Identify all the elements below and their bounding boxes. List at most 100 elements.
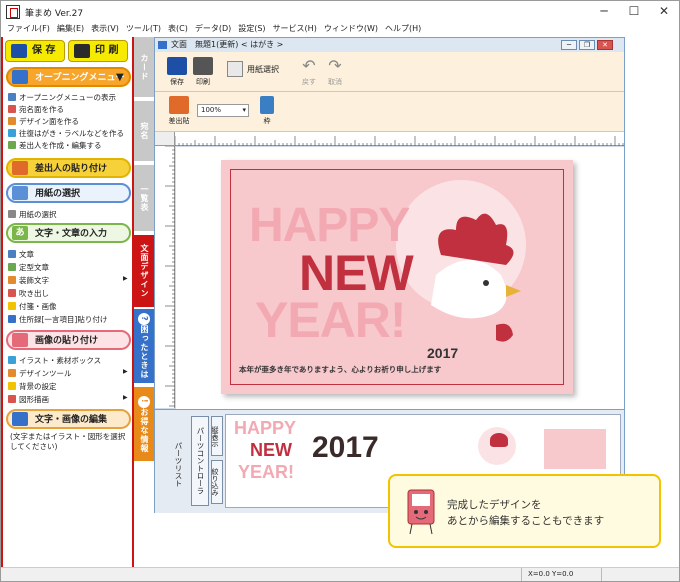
opening-item[interactable]: デザイン面を作る [8, 116, 79, 127]
trouble-label: 困ったときは [140, 325, 149, 379]
part-thumb-year[interactable]: 2017 [312, 433, 379, 463]
sender-tool-label: 差出貼 [168, 117, 190, 125]
doc-restore-button[interactable]: ❐ [579, 40, 595, 50]
tab-address[interactable]: 宛名 [134, 101, 154, 161]
menu-settings[interactable]: 設定(S) [238, 23, 265, 37]
card-year-number: 2017 [427, 345, 459, 361]
rooster-illustration [431, 213, 521, 342]
save-button[interactable]: 保 存 [5, 40, 65, 62]
text-item[interactable]: 住所録[一言項目]貼り付け [8, 314, 107, 325]
paper-select-button[interactable]: 用紙選択 [227, 61, 291, 77]
menu-file[interactable]: ファイル(F) [7, 23, 50, 37]
parts-controller-button[interactable]: パーツコントローラ [191, 416, 209, 506]
card-year-text: YEAR! [255, 292, 407, 348]
print-label: 印 刷 [95, 45, 119, 56]
opening-item[interactable]: 差出人を作成・編集する [8, 140, 102, 151]
printer-icon [74, 44, 90, 58]
image-item-label: デザインツール [19, 369, 72, 378]
part-thumb-text[interactable]: HAPPY NEW YEAR! [234, 419, 300, 503]
edit-section-header[interactable]: 文字・画像の編集 [6, 409, 131, 429]
card-happy: HAPPY [249, 199, 410, 252]
tab-trouble[interactable]: ?困ったときは [134, 309, 154, 383]
tab-design[interactable]: 文面デザイン [134, 235, 154, 307]
doc-save-button[interactable]: 保存 [165, 57, 189, 87]
exclamation-icon: ! [138, 395, 150, 408]
question-icon: ? [138, 313, 150, 325]
tab-list[interactable]: 一覧表 [134, 165, 154, 231]
minimize-button[interactable]: ─ [589, 1, 619, 21]
frame-button[interactable]: 枠 [255, 96, 279, 126]
menu-data[interactable]: データ(D) [195, 23, 231, 37]
document-title-bar: 文面 無題1(更新) < はがき > ─ ❐ ✕ [155, 38, 624, 52]
text-item[interactable]: 装飾文字 ▶ [8, 275, 128, 286]
cursor-coords: X=0.0 Y=0.0 [521, 568, 573, 581]
filter-button[interactable]: 絞り込み [211, 460, 223, 504]
menu-view[interactable]: 表示(V) [91, 23, 119, 37]
undo-button[interactable]: ↶ 戻す [297, 57, 321, 87]
redo-label: 取消 [328, 78, 342, 86]
frame-label: 枠 [263, 117, 271, 125]
image-item[interactable]: 背景の設定 [8, 381, 57, 392]
image-item[interactable]: 図形描画 ▶ [8, 394, 128, 405]
doc-close-button[interactable]: ✕ [597, 40, 613, 50]
app-window: 筆まめ Ver.27 ─ ☐ ✕ ファイル(F) 編集(E) 表示(V) ツール… [0, 0, 680, 582]
paper-icon [227, 61, 243, 77]
text-item[interactable]: 文章 [8, 249, 34, 260]
tab-bargain[interactable]: !お得な情報 [134, 387, 154, 461]
parts-list-label: パーツリスト [174, 441, 183, 487]
menu-window[interactable]: ウィンドウ(W) [324, 23, 378, 37]
printer-icon [193, 57, 213, 75]
menu-help[interactable]: ヘルプ(H) [385, 23, 421, 37]
ruler-v-ticks [165, 145, 175, 407]
paper-item[interactable]: 用紙の選択 [8, 209, 57, 220]
text-item[interactable]: 付箋・画像 [8, 301, 57, 312]
doc-print-button[interactable]: 印刷 [191, 57, 215, 87]
thumb-year: YEAR! [238, 462, 295, 482]
image-paste-header[interactable]: 画像の貼り付け [6, 330, 131, 350]
callout-line-1: 完成したデザインを [447, 499, 542, 511]
opening-item[interactable]: 宛名面を作る [8, 104, 64, 115]
image-item[interactable]: イラスト・素材ボックス [8, 355, 101, 366]
text-input-header[interactable]: あ 文字・文章の入力 [6, 223, 131, 243]
submenu-arrow-icon: ▶ [123, 275, 128, 282]
doc-minimize-button[interactable]: ─ [561, 40, 577, 50]
text-input-label: 文字・文章の入力 [35, 229, 108, 239]
print-button[interactable]: 印 刷 [68, 40, 128, 62]
zoom-select[interactable]: 100% [197, 104, 249, 117]
paper-select-header[interactable]: 用紙の選択 [6, 183, 131, 203]
close-button[interactable]: ✕ [649, 1, 679, 21]
sender-paste-tool-button[interactable]: 差出貼 [165, 96, 193, 126]
menu-table[interactable]: 表(C) [168, 23, 188, 37]
opening-item[interactable]: 往復はがき・ラベルなどを作る [8, 128, 124, 139]
submenu-arrow-icon: ▶ [123, 368, 128, 375]
callout-text: 完成したデザインを あとから編集することもできます [447, 497, 604, 529]
doc-save-label: 保存 [170, 78, 184, 86]
menu-list-icon [12, 70, 28, 84]
menu-edit[interactable]: 編集(E) [57, 23, 84, 37]
part-thumb-background[interactable] [544, 429, 606, 469]
text-item[interactable]: 定型文章 [8, 262, 49, 273]
document-icon [158, 41, 167, 49]
tab-card[interactable]: カード [134, 37, 154, 97]
vertical-view-button[interactable]: 縦表示 [211, 416, 223, 456]
menu-tools[interactable]: ツール(T) [126, 23, 161, 37]
paper-select-label: 用紙の選択 [35, 189, 81, 199]
postcard[interactable]: HAPPY NEW YEAR! 2017 本年が亜多き年でありますよう、心よりお… [221, 160, 573, 394]
design-canvas[interactable]: HAPPY NEW YEAR! 2017 本年が亜多き年でありますよう、心よりお… [176, 147, 624, 411]
sender-paste-button[interactable]: 差出人の貼り付け [6, 158, 131, 178]
menu-service[interactable]: サービス(H) [273, 23, 317, 37]
card-new: NEW [299, 245, 414, 301]
status-cell [601, 568, 671, 581]
redo-button[interactable]: ↷ 取消 [323, 57, 347, 87]
image-item[interactable]: デザインツール ▶ [8, 368, 128, 379]
submenu-arrow-icon: ▶ [123, 394, 128, 401]
maximize-button[interactable]: ☐ [619, 1, 649, 21]
status-bar: X=0.0 Y=0.0 [1, 567, 679, 581]
mascot-icon [407, 489, 435, 535]
text-item[interactable]: 吹き出し [8, 288, 49, 299]
toolbar-secondary: 差出貼 100% 枠 [155, 92, 624, 132]
text-item-label: 装飾文字 [19, 276, 49, 285]
opening-menu-header[interactable]: オープニングメニュー ▼ [6, 67, 131, 87]
opening-item[interactable]: オープニングメニューの表示 [8, 92, 116, 103]
frame-icon [260, 96, 274, 114]
